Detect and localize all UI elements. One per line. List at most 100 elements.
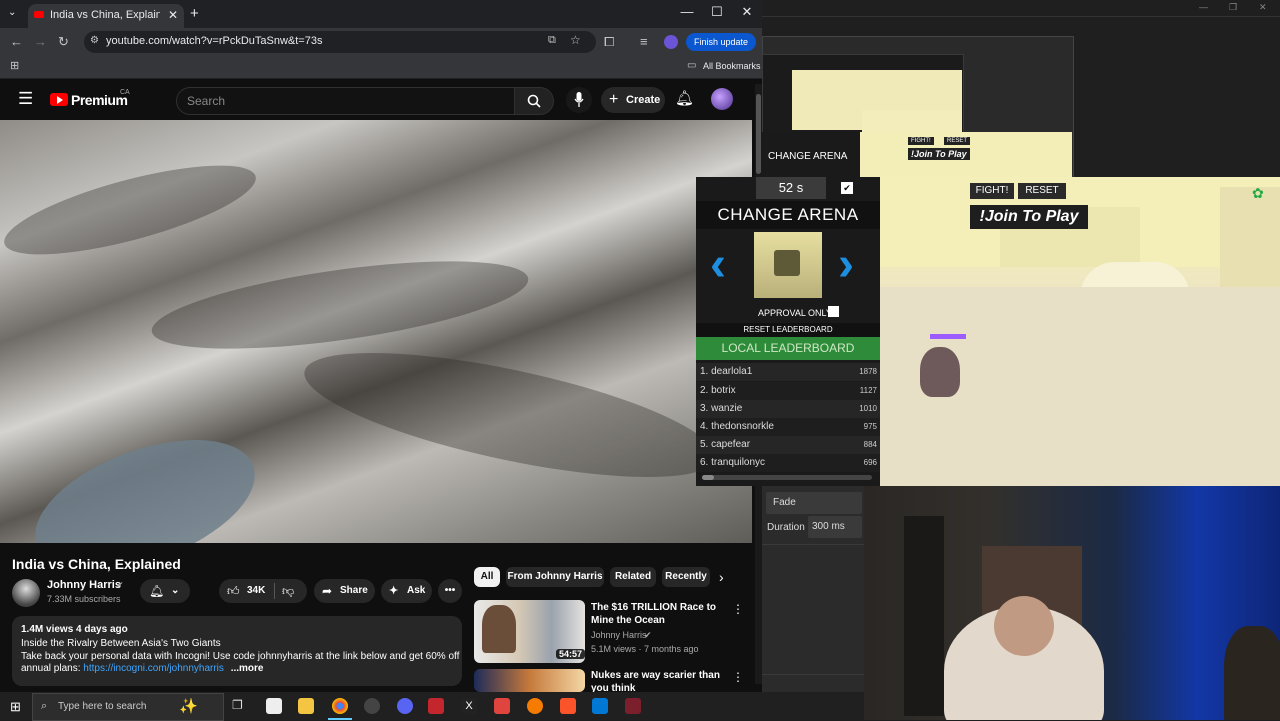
description-link[interactable]: https://incogni.com/johnnyharris bbox=[83, 663, 224, 674]
more-vertical-icon[interactable]: ⋮ bbox=[732, 670, 744, 684]
arena-next-chevron-icon[interactable]: › bbox=[838, 241, 854, 289]
app-icon[interactable]: X bbox=[461, 698, 477, 714]
app-icon[interactable] bbox=[625, 698, 641, 714]
arena-prev-chevron-icon[interactable]: ‹ bbox=[710, 241, 726, 289]
profile-avatar[interactable] bbox=[664, 35, 678, 49]
reload-icon[interactable]: ↻ bbox=[58, 34, 69, 50]
youtube-logo-icon[interactable] bbox=[50, 93, 68, 106]
notifications-bell-icon[interactable]: 🔔︎ bbox=[675, 89, 694, 107]
webcam-person-2 bbox=[1224, 626, 1280, 720]
windows-start-icon[interactable]: ⊞ bbox=[10, 699, 21, 715]
new-tab-icon[interactable]: + bbox=[190, 5, 199, 22]
player-name: capefear bbox=[711, 439, 751, 450]
all-bookmarks-link[interactable]: All Bookmarks bbox=[703, 61, 761, 71]
recommendation-thumbnail[interactable]: 54:57 bbox=[474, 600, 585, 663]
video-player[interactable] bbox=[0, 120, 752, 543]
subscribed-notification-button[interactable]: 🔔︎ ⌄ bbox=[140, 579, 190, 603]
show-more-link[interactable]: ...more bbox=[231, 663, 264, 674]
settings-gear-icon[interactable]: ✿ bbox=[1252, 185, 1264, 202]
create-button[interactable]: + Create bbox=[601, 87, 665, 113]
obs-minimize-icon[interactable]: — bbox=[1199, 2, 1208, 12]
maximize-icon[interactable]: ☐ bbox=[702, 4, 732, 20]
verified-check-icon: ✔ bbox=[644, 630, 652, 640]
finish-update-button[interactable]: Finish update bbox=[686, 33, 756, 51]
arena-thumbnail bbox=[754, 232, 822, 298]
duration-input[interactable]: 300 ms bbox=[808, 516, 862, 538]
account-avatar[interactable] bbox=[711, 88, 733, 110]
vscode-icon[interactable] bbox=[592, 698, 608, 714]
chip-related[interactable]: Related bbox=[610, 567, 656, 587]
youtube-header: ☰ Premium CA Search + Create 🔔︎ bbox=[0, 80, 756, 118]
recommendation-title[interactable]: Nukes are way scarier than you think bbox=[591, 669, 731, 692]
app-icon[interactable] bbox=[266, 698, 282, 714]
player-name: wanzie bbox=[711, 403, 743, 414]
obs-icon[interactable] bbox=[364, 698, 380, 714]
install-icon[interactable]: ⧉ bbox=[548, 34, 556, 47]
channel-avatar[interactable] bbox=[12, 579, 40, 607]
site-info-icon[interactable]: ⚙ bbox=[90, 35, 99, 46]
brave-icon[interactable] bbox=[560, 698, 576, 714]
premium-logo[interactable]: Premium bbox=[71, 92, 128, 108]
round-timer: 52 s bbox=[756, 177, 826, 199]
chip-all[interactable]: All bbox=[474, 567, 500, 587]
extensions-icon[interactable]: ⧠ bbox=[604, 34, 614, 50]
transition-select[interactable]: Fade bbox=[766, 492, 862, 514]
minimize-icon[interactable]: — bbox=[672, 4, 702, 19]
back-icon[interactable]: ← bbox=[10, 34, 23, 49]
chips-next-chevron-icon[interactable]: › bbox=[719, 569, 724, 585]
app-icon[interactable] bbox=[428, 698, 444, 714]
player-score: 975 bbox=[863, 422, 877, 431]
share-button[interactable]: ➦ Share bbox=[314, 579, 375, 603]
leaderboard-scrollbar[interactable] bbox=[702, 475, 872, 480]
chip-recently[interactable]: Recently bbox=[662, 567, 710, 587]
bookmark-star-icon[interactable]: ☆ bbox=[570, 33, 581, 47]
description-line: Take back your personal data with Incogn… bbox=[21, 651, 460, 662]
reset-button[interactable]: RESET bbox=[1018, 183, 1066, 199]
recommendation-thumbnail[interactable] bbox=[474, 669, 585, 692]
search-button[interactable] bbox=[514, 87, 554, 115]
file-explorer-icon[interactable] bbox=[298, 698, 314, 714]
channel-name[interactable]: Johnny Harris bbox=[47, 579, 121, 591]
obs-maximize-icon[interactable]: ❐ bbox=[1229, 2, 1237, 13]
menu-hamburger-icon[interactable]: ☰ bbox=[18, 89, 33, 109]
blender-icon[interactable] bbox=[527, 698, 543, 714]
address-bar[interactable]: ⚙ youtube.com/watch?v=rPckDuTaSnw&t=73s … bbox=[84, 31, 596, 53]
search-input[interactable]: Search bbox=[176, 87, 516, 115]
tab-search-icon[interactable]: ⌄ bbox=[8, 7, 16, 18]
more-actions-button[interactable]: ••• bbox=[438, 579, 462, 603]
chip-from-channel[interactable]: From Johnny Harris bbox=[506, 567, 604, 587]
chrome-icon[interactable] bbox=[332, 698, 348, 714]
ask-button[interactable]: ✦ Ask bbox=[381, 579, 432, 603]
close-window-icon[interactable]: ✕ bbox=[732, 4, 762, 20]
approval-only-checkbox[interactable] bbox=[828, 306, 839, 317]
game-view[interactable]: FIGHT! RESET !Join To Play ✿ bbox=[880, 177, 1280, 486]
thumbs-up-icon[interactable]: 👍︎ bbox=[227, 579, 240, 603]
tab-close-icon[interactable]: ✕ bbox=[168, 8, 178, 22]
recommendation-title[interactable]: The $16 TRILLION Race to Mine the Ocean bbox=[591, 601, 731, 627]
rank: 2. bbox=[700, 385, 709, 396]
taskbar-search-box[interactable]: ⌕ Type here to search ✨ bbox=[32, 693, 224, 721]
thumbs-down-icon[interactable]: 👎︎ bbox=[282, 579, 294, 603]
player-name: dearlola1 bbox=[711, 366, 753, 377]
discord-icon[interactable] bbox=[397, 698, 413, 714]
tab-active[interactable]: India vs China, Explained - YouTube ✕ bbox=[28, 4, 184, 28]
apps-grid-icon[interactable]: ⊞ bbox=[10, 59, 19, 72]
task-view-icon[interactable]: ❐ bbox=[232, 698, 243, 712]
app-icon[interactable] bbox=[494, 698, 510, 714]
obs-close-icon[interactable]: ✕ bbox=[1259, 2, 1267, 13]
scrollbar-thumb[interactable] bbox=[756, 94, 761, 174]
bell-icon: 🔔︎ bbox=[149, 584, 165, 598]
video-frame-ridge bbox=[295, 327, 725, 503]
scrollbar-thumb[interactable] bbox=[702, 475, 714, 480]
voice-search-button[interactable] bbox=[566, 87, 592, 113]
timer-checkbox[interactable]: ✔ bbox=[841, 182, 853, 194]
description-box[interactable]: 1.4M views 4 days ago Inside the Rivalry… bbox=[12, 616, 462, 686]
like-count[interactable]: 34K bbox=[247, 579, 265, 603]
media-icon[interactable]: ≡ bbox=[640, 34, 648, 49]
reset-leaderboard-button[interactable]: RESET LEADERBOARD bbox=[696, 323, 880, 337]
forward-icon[interactable]: → bbox=[34, 34, 47, 49]
fight-button[interactable]: FIGHT! bbox=[970, 183, 1014, 199]
more-vertical-icon[interactable]: ⋮ bbox=[732, 602, 744, 616]
nested-fight-label: FIGHT! bbox=[908, 137, 934, 145]
recommendation-channel[interactable]: Johnny Harris bbox=[591, 630, 647, 640]
